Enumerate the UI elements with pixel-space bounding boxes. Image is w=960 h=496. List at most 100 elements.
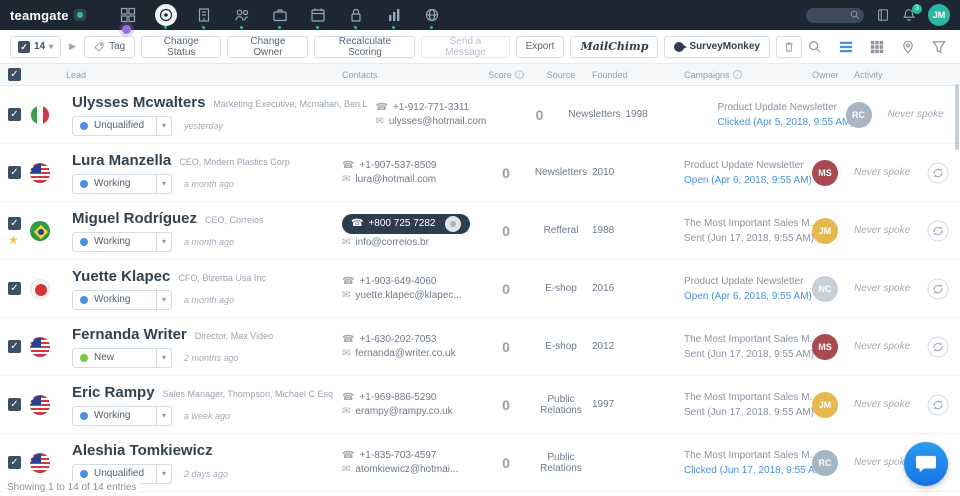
status-dropdown[interactable]: Working ▾ — [72, 174, 172, 194]
status-dropdown[interactable]: Unqualified ▾ — [72, 116, 172, 136]
column-header-lead[interactable]: Lead — [66, 70, 334, 80]
export-button[interactable]: Export — [516, 36, 565, 58]
lead-name[interactable]: Fernanda Writer — [72, 326, 187, 343]
lead-name[interactable]: Aleshia Tomkiewicz — [72, 442, 213, 459]
change-status-button[interactable]: Change Status — [141, 36, 221, 58]
refresh-icon[interactable] — [927, 278, 949, 300]
owner-avatar[interactable]: MS — [812, 334, 838, 360]
row-checkbox[interactable]: ✓ — [8, 166, 21, 179]
change-owner-button[interactable]: Change Owner — [227, 36, 308, 58]
owner-avatar[interactable]: MS — [812, 160, 838, 186]
row-checkbox[interactable]: ✓ — [8, 108, 21, 121]
column-header-score[interactable]: Scorei — [482, 70, 530, 80]
chat-launcher-button[interactable] — [904, 442, 948, 486]
table-row[interactable]: ✓ ★ Eric Rampy Sales Manager, Thompson, … — [0, 376, 960, 434]
table-row[interactable]: ✓ ★ Ulysses Mcwalters Marketing Executiv… — [0, 86, 960, 144]
status-dropdown[interactable]: Working ▾ — [72, 232, 172, 252]
search-leads-icon[interactable] — [808, 40, 822, 54]
mailchimp-button[interactable]: MailChimp — [570, 36, 658, 58]
recalculate-scoring-button[interactable]: Recalculate Scoring — [314, 36, 415, 58]
select-all-dropdown[interactable]: ✓ 14 ▾ — [10, 36, 61, 58]
phone-line[interactable]: ☎ +1-835-703-4597 — [342, 450, 482, 461]
row-checkbox[interactable]: ✓ — [8, 398, 21, 411]
list-view-icon[interactable] — [839, 40, 853, 54]
refresh-icon[interactable] — [927, 394, 949, 416]
row-checkbox[interactable]: ✓ — [8, 282, 21, 295]
nav-companies-icon[interactable] — [192, 0, 216, 30]
phone-line[interactable]: ☎ +800 725 7282 — [342, 214, 470, 234]
campaign-status[interactable]: Sent (Jun 17, 2018, 9:55 AM) — [684, 231, 812, 246]
row-checkbox[interactable]: ✓ — [8, 217, 21, 230]
onboarding-beacon[interactable] — [122, 25, 131, 34]
table-row[interactable]: ✓ ★ Fernanda Writer Director, Max Video … — [0, 318, 960, 376]
refresh-icon[interactable] — [927, 162, 949, 184]
nav-insights-icon[interactable] — [382, 0, 406, 30]
table-row[interactable]: ✓ ★ Aleshia Tomkiewicz Unqualified ▾ 2 d… — [0, 434, 960, 492]
column-header-source[interactable]: Source — [530, 70, 592, 80]
column-header-activity[interactable]: Activity — [850, 70, 916, 80]
phone-line[interactable]: ☎ +1-969-886-5290 — [342, 392, 482, 403]
email-line[interactable]: ✉ lura@hotmail.com — [342, 174, 482, 185]
surveymonkey-button[interactable]: SurveyMonkey — [664, 36, 770, 58]
campaign-status[interactable]: Open (Apr 6, 2018, 9:55 AM) — [684, 173, 812, 188]
email-line[interactable]: ✉ erampy@rampy.co.uk — [342, 406, 482, 417]
email-line[interactable]: ✉ fernanda@writer.co.uk — [342, 348, 482, 359]
delete-button[interactable] — [776, 36, 802, 58]
lead-name[interactable]: Eric Rampy — [72, 384, 155, 401]
filter-icon[interactable] — [932, 40, 946, 54]
campaign-status[interactable]: Clicked (Jun 17, 2018, 9:55 AM) — [684, 463, 812, 478]
nav-leads-icon[interactable] — [154, 0, 178, 30]
nav-contacts-icon[interactable] — [230, 0, 254, 30]
phone-line[interactable]: ☎ +1-912-771-3311 — [376, 102, 516, 113]
global-search-input[interactable] — [806, 8, 864, 23]
email-line[interactable]: ✉ ulysses@hotmail.com — [376, 116, 516, 127]
nav-calendar-icon[interactable] — [306, 0, 330, 30]
app-logo[interactable]: teamgate — [10, 8, 86, 23]
phone-line[interactable]: ☎ +1-903-649-4060 — [342, 276, 482, 287]
favorite-star[interactable]: ★ — [8, 235, 19, 245]
owner-avatar[interactable]: JM — [812, 392, 838, 418]
campaign-status[interactable]: Sent (Jun 17, 2018, 9:55 AM) — [684, 405, 812, 420]
row-checkbox[interactable]: ✓ — [8, 456, 21, 469]
notifications-bell-icon[interactable]: 3 — [902, 8, 916, 22]
lead-name[interactable]: Miguel Rodríguez — [72, 210, 197, 227]
status-dropdown[interactable]: New ▾ — [72, 348, 172, 368]
phone-line[interactable]: ☎ +1-907-537-8509 — [342, 160, 482, 171]
lead-name[interactable]: Ulysses Mcwalters — [72, 94, 205, 111]
column-header-owner[interactable]: Owner — [812, 70, 850, 80]
nav-deals-icon[interactable] — [268, 0, 292, 30]
column-header-contacts[interactable]: Contacts — [334, 70, 482, 80]
status-dropdown[interactable]: Working ▾ — [72, 406, 172, 426]
header-checkbox[interactable]: ✓ — [8, 68, 21, 81]
play-icon[interactable]: ▶ — [69, 41, 76, 52]
call-button[interactable] — [445, 216, 461, 232]
owner-avatar[interactable]: RC — [812, 450, 838, 476]
table-row[interactable]: ✓ ★ Miguel Rodríguez CEO, Correios Worki… — [0, 202, 960, 260]
column-header-campaigns[interactable]: Campaignsi — [644, 70, 812, 80]
campaign-status[interactable]: Clicked (Apr 5, 2018, 9:55 AM) — [718, 115, 846, 130]
nav-tasks-icon[interactable] — [344, 0, 368, 30]
select-all-checkbox[interactable]: ✓ — [18, 41, 30, 53]
table-row[interactable]: ✓ ★ Lura Manzella CEO, Modern Plastics C… — [0, 144, 960, 202]
column-header-founded[interactable]: Founded — [592, 70, 644, 80]
status-dropdown[interactable]: Working ▾ — [72, 290, 172, 310]
owner-avatar[interactable]: RC — [846, 102, 872, 128]
refresh-icon[interactable] — [927, 220, 949, 242]
lead-name[interactable]: Lura Manzella — [72, 152, 171, 169]
nav-integrations-icon[interactable] — [420, 0, 444, 30]
row-checkbox[interactable]: ✓ — [8, 340, 21, 353]
lead-name[interactable]: Yuette Klapec — [72, 268, 170, 285]
campaign-status[interactable]: Sent (Jun 17, 2018, 9:55 AM) — [684, 347, 812, 362]
campaign-status[interactable]: Open (Apr 6, 2018, 9:55 AM) — [684, 289, 812, 304]
table-row[interactable]: ✓ ★ Yuette Klapec CFO, Bizerba Usa Inc W… — [0, 260, 960, 318]
scrollbar[interactable] — [955, 84, 959, 150]
refresh-icon[interactable] — [927, 336, 949, 358]
user-avatar[interactable]: JM — [928, 4, 950, 26]
owner-avatar[interactable]: NC — [812, 276, 838, 302]
knowledge-base-icon[interactable] — [876, 8, 890, 22]
email-line[interactable]: ✉ atomkiewicz@hotmai... — [342, 464, 482, 475]
tag-button[interactable]: Tag — [84, 36, 135, 58]
email-line[interactable]: ✉ info@correios.br — [342, 237, 482, 248]
map-view-icon[interactable] — [901, 40, 915, 54]
grid-view-icon[interactable] — [870, 40, 884, 54]
